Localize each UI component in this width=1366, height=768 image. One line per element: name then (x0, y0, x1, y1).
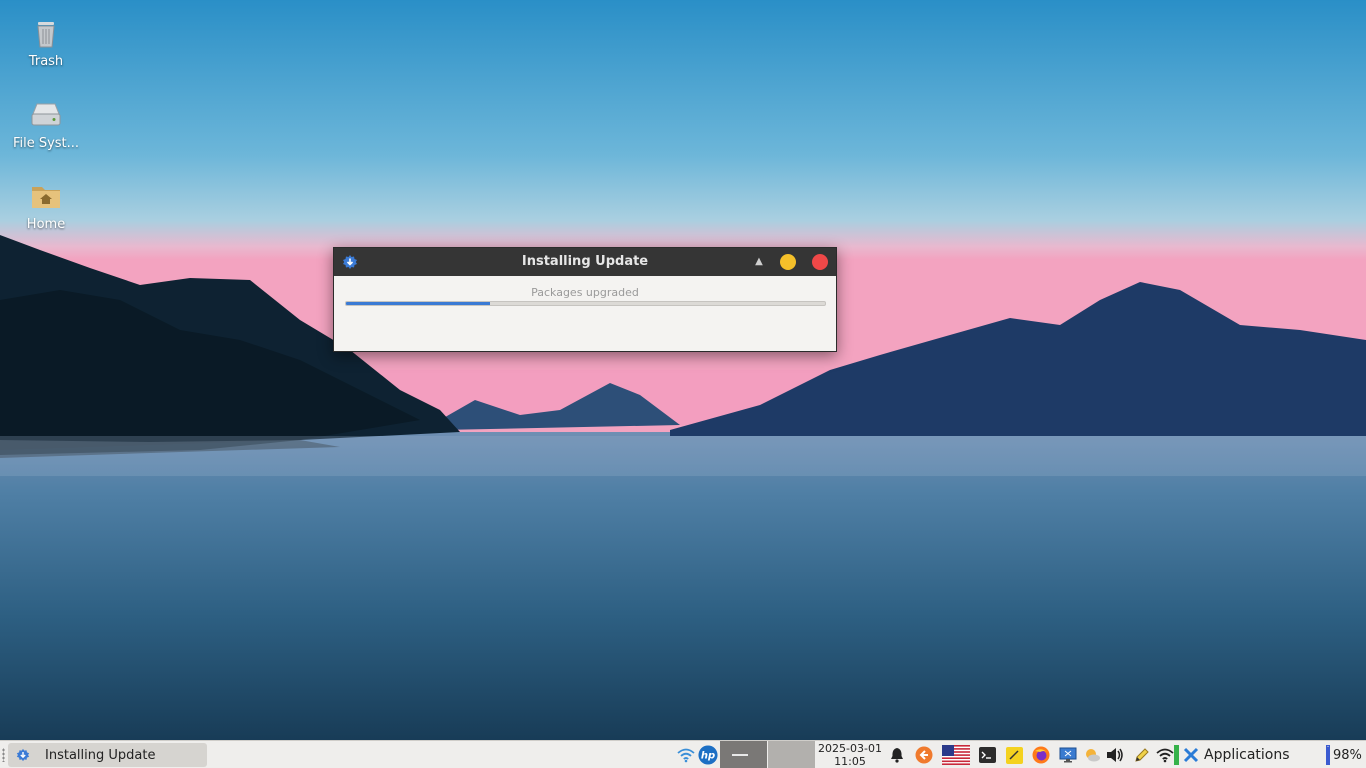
shade-button[interactable]: ▲ (752, 255, 766, 269)
battery-level-bar (1326, 745, 1330, 765)
workspace-2[interactable] (768, 741, 815, 768)
close-button[interactable] (812, 254, 828, 270)
desktop-icon-filesystem[interactable]: File Syst... (6, 98, 86, 151)
applications-menu-button[interactable]: Applications (1183, 743, 1290, 767)
progress-bar-fill (346, 302, 490, 305)
applications-label: Applications (1204, 747, 1290, 763)
desktop-icon-label: Trash (28, 54, 64, 69)
desktop-icon-trash[interactable]: Trash (6, 16, 86, 69)
panel-handle[interactable] (2, 748, 5, 762)
desktop-icon-label: File Syst... (12, 136, 80, 151)
display-icon[interactable] (1058, 745, 1078, 765)
firefox-icon[interactable] (1031, 745, 1051, 765)
drive-icon (31, 103, 61, 126)
hp-icon[interactable]: hp (698, 745, 718, 765)
clock[interactable]: 2025-03-01 11:05 (816, 742, 884, 768)
clock-date: 2025-03-01 (818, 742, 882, 755)
taskbar-window-button[interactable]: Installing Update (8, 743, 207, 767)
workspace-1[interactable] (720, 741, 767, 768)
us-flag-icon[interactable] (941, 745, 971, 765)
desktop-wallpaper (0, 0, 1366, 740)
terminal-icon[interactable] (977, 745, 997, 765)
volume-icon[interactable] (1105, 745, 1125, 765)
update-app-icon (16, 748, 30, 762)
svg-text:hp: hp (701, 751, 715, 762)
back-arrow-icon[interactable] (914, 745, 934, 765)
progress-bar (345, 301, 826, 306)
window-titlebar[interactable]: Installing Update ▲ (334, 248, 836, 276)
battery-indicator[interactable]: 98% (1326, 745, 1362, 765)
pencil-icon[interactable] (1132, 745, 1152, 765)
notes-icon[interactable] (1004, 745, 1024, 765)
battery-percent: 98% (1333, 747, 1362, 763)
notification-bell-icon[interactable] (887, 745, 907, 765)
xfce-logo-icon (1183, 747, 1199, 763)
clock-time: 11:05 (834, 755, 866, 768)
weather-icon[interactable] (1082, 745, 1102, 765)
taskbar-window-label: Installing Update (45, 747, 156, 763)
progress-status-text: Packages upgraded (531, 286, 639, 299)
home-folder-icon (32, 187, 60, 208)
minimize-button[interactable] (780, 254, 796, 270)
green-indicator-icon (1172, 745, 1180, 765)
desktop-icon-label: Home (26, 217, 66, 232)
taskbar: Installing Update hp 2025-03-01 11:05 Ap… (0, 740, 1366, 768)
desktop-icon-home[interactable]: Home (6, 179, 86, 232)
installing-update-window[interactable]: Installing Update ▲ Packages upgraded (333, 247, 837, 352)
trash-icon (37, 22, 55, 48)
wifi-icon[interactable] (676, 745, 696, 765)
